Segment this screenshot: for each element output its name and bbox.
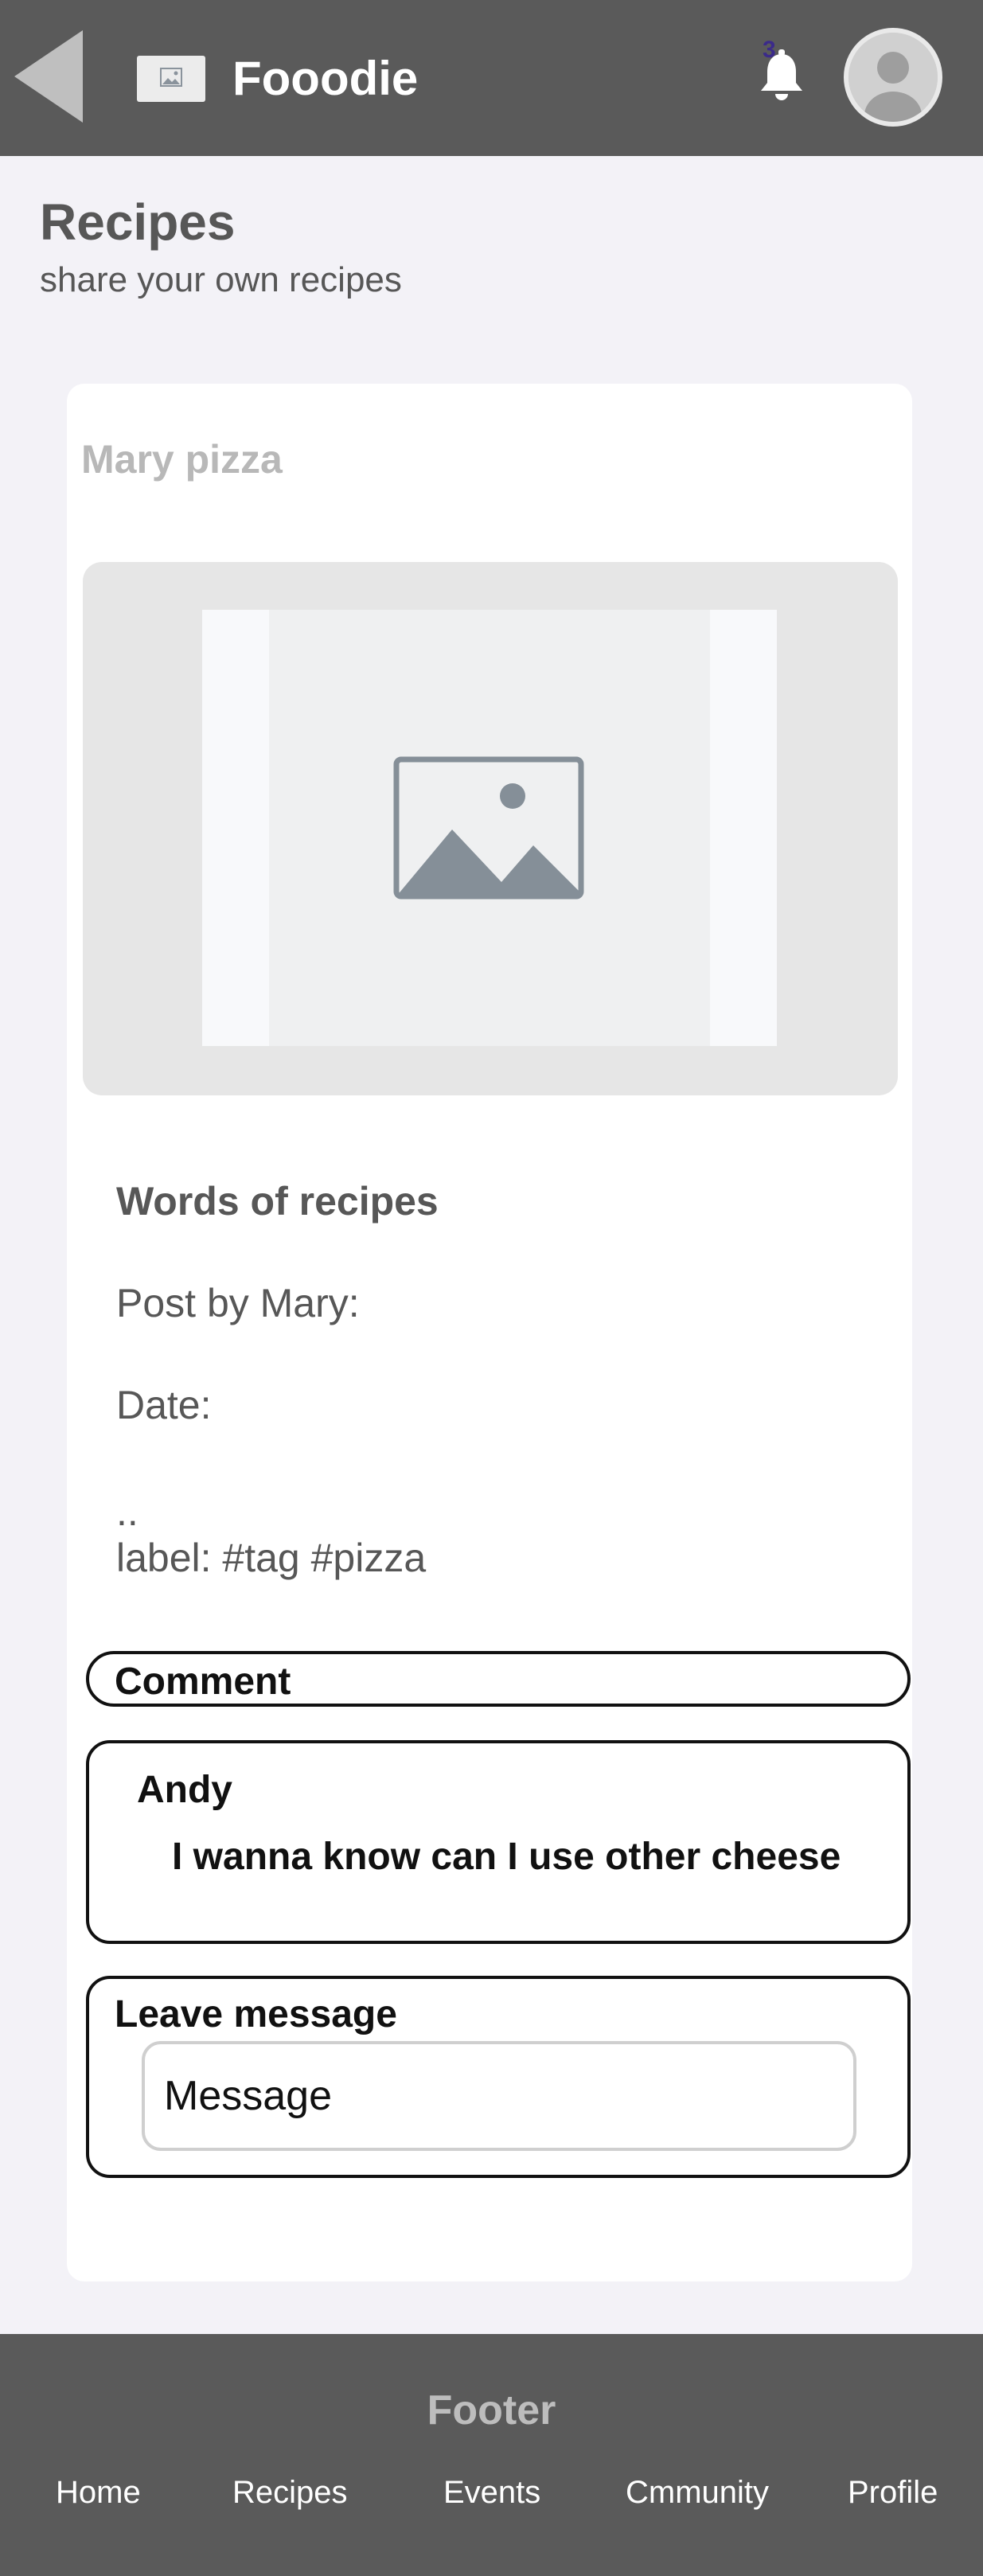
page-title: Recipes: [40, 193, 236, 251]
comment-label: Comment: [115, 1661, 291, 1703]
image-placeholder-icon: [393, 756, 584, 900]
recipe-tags: label: #tag #pizza: [116, 1536, 427, 1580]
page-subtitle: share your own recipes: [40, 260, 402, 299]
back-arrow-icon[interactable]: [14, 30, 83, 123]
logo-image-icon: [137, 56, 205, 102]
words-of-recipes-heading: Words of recipes: [116, 1179, 439, 1224]
footer-link-community[interactable]: Cmmunity: [626, 2471, 769, 2514]
notification-badge: 3: [763, 37, 776, 63]
footer-link-home[interactable]: Home: [56, 2471, 141, 2514]
user-avatar-icon[interactable]: [844, 28, 942, 127]
recipe-ellipsis: ..: [116, 1489, 138, 1534]
message-input[interactable]: [142, 2041, 856, 2151]
recipe-title: Mary pizza: [81, 437, 283, 482]
posted-by: Post by Mary:: [116, 1281, 360, 1325]
footer-link-profile[interactable]: Profile: [848, 2471, 938, 2514]
footer-title: Footer: [427, 2387, 556, 2434]
footer-link-events[interactable]: Events: [443, 2471, 540, 2514]
app-name: Fooodie: [232, 52, 419, 105]
comment-author: Andy: [137, 1769, 232, 1811]
footer: [0, 2334, 983, 2576]
comment-text: I wanna know can I use other cheese: [172, 1836, 841, 1878]
recipe-date: Date:: [116, 1383, 212, 1427]
footer-link-recipes[interactable]: Recipes: [232, 2471, 348, 2514]
leave-message-label: Leave message: [115, 1993, 397, 2035]
